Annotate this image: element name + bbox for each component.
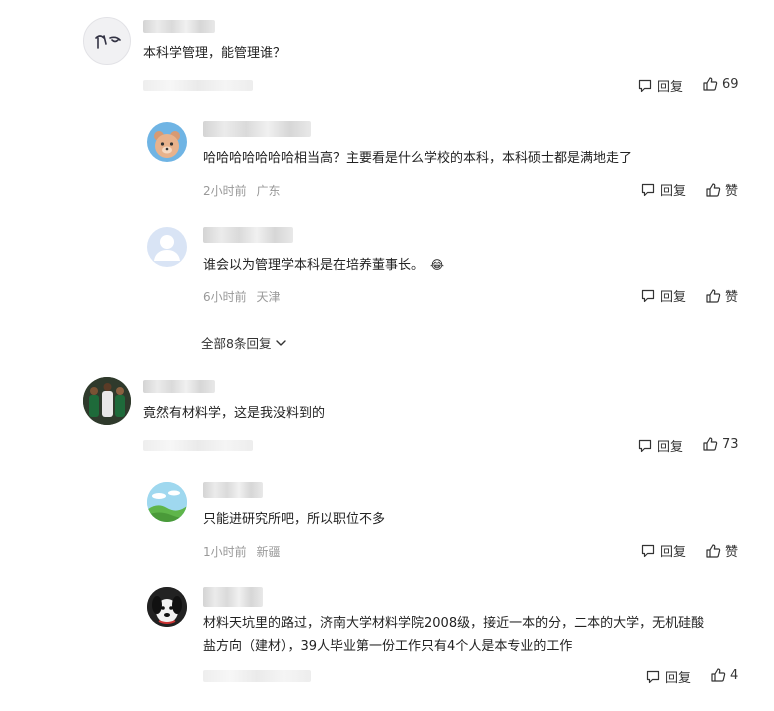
username[interactable]	[143, 380, 215, 393]
like-button[interactable]: 69	[702, 76, 739, 92]
like-count: 69	[722, 76, 739, 92]
like-button[interactable]: 赞	[705, 286, 738, 305]
bear-avatar-icon	[154, 131, 180, 158]
reply-button[interactable]: 回复	[640, 286, 686, 305]
reply-button[interactable]: 回复	[637, 436, 683, 455]
reply-time: 1小时前	[203, 545, 247, 559]
reply-button[interactable]: 回复	[640, 180, 686, 199]
reply-label: 回复	[657, 80, 684, 95]
reply-button[interactable]: 回复	[645, 667, 691, 686]
avatar-sketch-icon	[95, 35, 121, 49]
thumbs-up-icon	[706, 543, 721, 558]
like-button[interactable]: 4	[710, 667, 738, 683]
comment-icon	[641, 183, 655, 196]
username[interactable]	[203, 482, 263, 498]
comment-meta	[143, 440, 253, 451]
comment-icon	[641, 289, 655, 302]
reply-label: 回复	[660, 545, 687, 560]
reply-location: 广东	[256, 184, 281, 198]
like-button[interactable]: 赞	[705, 541, 738, 560]
reply-button[interactable]: 回复	[640, 541, 686, 560]
basketball-players-avatar-icon	[83, 377, 131, 425]
comment-icon	[641, 544, 655, 557]
comment-meta	[143, 80, 253, 91]
reply-location: 新疆	[256, 545, 281, 559]
avatar[interactable]	[147, 227, 187, 267]
reply-text: 谁会以为管理学本科是在培养董事长。 😂	[203, 255, 444, 276]
thumbs-up-icon	[706, 288, 721, 303]
reply-button[interactable]: 回复	[637, 76, 683, 95]
reply-text-line-1: 材料天坑里的路过，济南大学材料学院2008级，接近一本的分，二本的大学，无机硅酸	[203, 616, 705, 631]
comment-icon	[646, 670, 660, 683]
thumbs-up-icon	[711, 668, 726, 682]
username[interactable]	[203, 587, 263, 607]
like-label: 赞	[725, 290, 739, 305]
reply-meta: 1小时前 新疆	[203, 543, 280, 560]
reply-text-line-2: 盐方向（建材），39人毕业第一份工作只有4个人是本专业的工作	[203, 639, 573, 654]
reply-label: 回复	[665, 671, 692, 686]
username[interactable]	[143, 20, 215, 33]
thumbs-up-icon	[703, 437, 718, 451]
reply-text-content: 谁会以为管理学本科是在培养董事长。	[203, 258, 425, 273]
default-user-icon	[154, 235, 180, 261]
like-button[interactable]: 73	[702, 436, 739, 452]
username[interactable]	[203, 121, 311, 137]
thumbs-up-icon	[703, 77, 718, 91]
reply-label: 回复	[657, 440, 684, 455]
dog-avatar-icon	[147, 587, 187, 627]
username[interactable]	[203, 227, 293, 243]
reply-time: 2小时前	[203, 184, 247, 198]
avatar[interactable]	[147, 122, 187, 162]
reply-label: 回复	[660, 290, 687, 305]
comment-text: 本科学管理，能管理谁？	[143, 46, 287, 61]
like-count: 4	[730, 667, 739, 683]
avatar[interactable]	[83, 17, 131, 65]
thumbs-up-icon	[706, 182, 721, 197]
reply-text: 只能进研究所吧，所以职位不多	[203, 512, 386, 527]
like-button[interactable]: 赞	[705, 180, 738, 199]
avatar[interactable]	[147, 482, 187, 522]
avatar[interactable]	[83, 377, 131, 425]
chevron-down-icon	[276, 339, 287, 346]
laughing-emoji-icon: 😂	[430, 258, 445, 272]
comment-text: 竟然有材料学，这是我没料到的	[143, 406, 326, 421]
like-label: 赞	[725, 545, 739, 560]
comment-icon	[638, 79, 652, 92]
like-label: 赞	[725, 184, 739, 199]
comment-icon	[638, 439, 652, 452]
like-count: 73	[722, 436, 739, 452]
reply-meta: 2小时前 广东	[203, 182, 280, 199]
view-all-replies-label: 全部8条回复	[201, 336, 272, 351]
reply-meta	[203, 670, 311, 682]
reply-text: 哈哈哈哈哈哈哈相当高？主要看是什么学校的本科，本科硕士都是满地走了	[203, 151, 633, 166]
reply-meta: 6小时前 天津	[203, 288, 280, 305]
landscape-avatar-icon	[147, 482, 187, 522]
reply-location: 天津	[256, 290, 281, 304]
avatar[interactable]	[147, 587, 187, 627]
view-all-replies-button[interactable]: 全部8条回复	[201, 333, 288, 352]
reply-time: 6小时前	[203, 290, 247, 304]
reply-label: 回复	[660, 184, 687, 199]
